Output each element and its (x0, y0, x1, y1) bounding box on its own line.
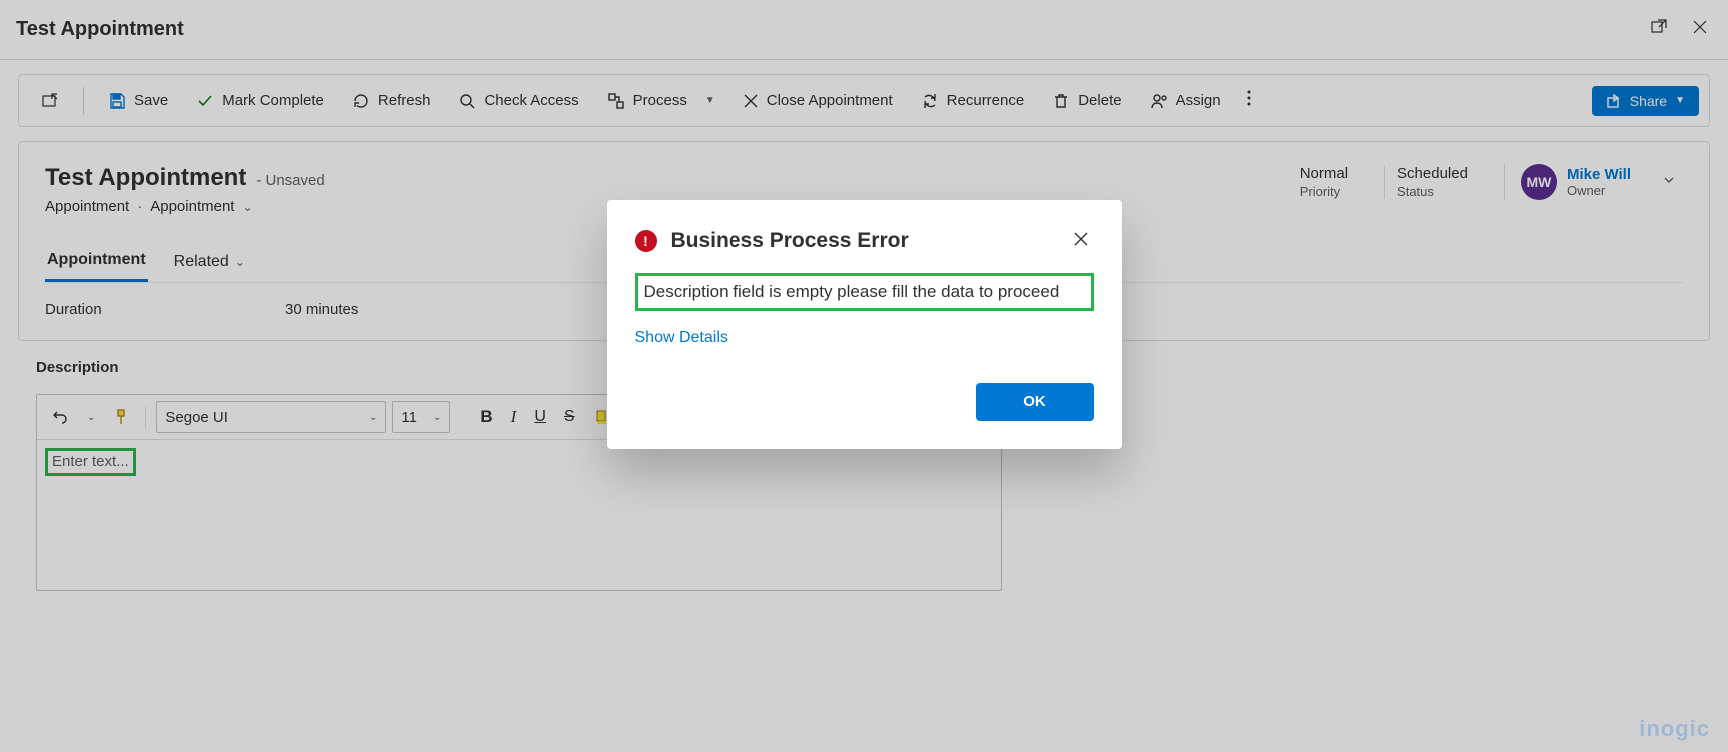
dialog-close-button[interactable] (1068, 226, 1094, 255)
watermark: inogic (1639, 716, 1710, 742)
error-icon: ! (635, 230, 657, 252)
dialog-title: Business Process Error (671, 229, 909, 253)
modal-overlay: ! Business Process Error Description fie… (0, 0, 1728, 752)
dialog-header: ! Business Process Error (635, 226, 1094, 255)
dialog-body: Description field is empty please fill t… (635, 273, 1094, 347)
dialog-footer: OK (635, 383, 1094, 421)
show-details-link[interactable]: Show Details (635, 329, 728, 347)
dialog-message: Description field is empty please fill t… (635, 273, 1094, 311)
ok-button[interactable]: OK (976, 383, 1094, 421)
error-dialog: ! Business Process Error Description fie… (607, 200, 1122, 449)
